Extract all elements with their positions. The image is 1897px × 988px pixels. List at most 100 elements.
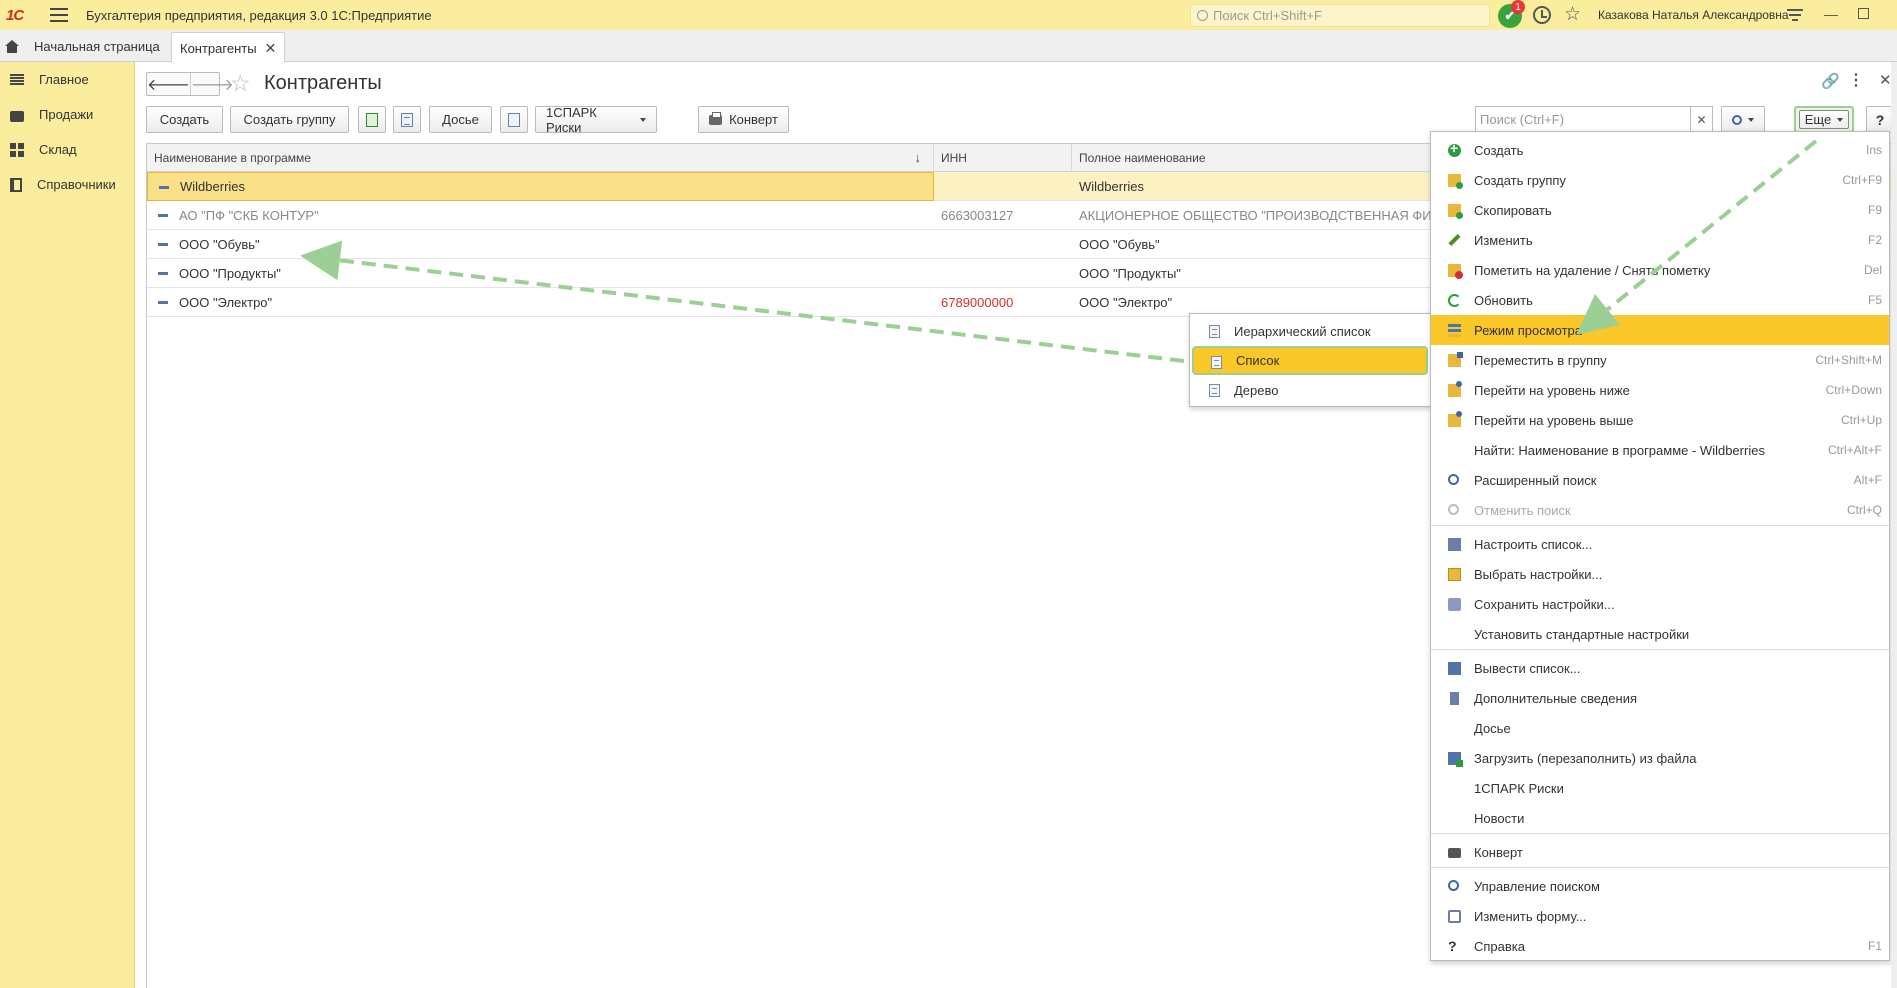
- menu-item-dossier[interactable]: Досье: [1431, 713, 1889, 743]
- sidebar-item-main[interactable]: Главное: [0, 62, 134, 97]
- search-icon: [1197, 10, 1208, 21]
- load-from-file-button[interactable]: [500, 106, 528, 133]
- forward-arrow-icon[interactable]: 🡒: [189, 73, 234, 95]
- dossier-button[interactable]: Досье: [429, 106, 492, 133]
- sidebar-item-sales[interactable]: Продажи: [0, 97, 134, 132]
- menu-item-spark[interactable]: 1СПАРК Риски: [1431, 773, 1889, 803]
- menu-item-label: Управление поиском: [1474, 878, 1600, 894]
- search-options-button[interactable]: [1721, 106, 1765, 133]
- cell-name: Wildberries: [147, 172, 934, 201]
- menu-item-find[interactable]: Найти: Наименование в программе - Wildbe…: [1431, 435, 1889, 465]
- menu-separator: [1431, 525, 1889, 526]
- menu-item-shortcut: Ins: [1865, 143, 1882, 157]
- menu-item-view-mode[interactable]: Режим просмотра: [1431, 315, 1889, 345]
- menu-item-output-list[interactable]: Вывести список...: [1431, 653, 1889, 683]
- chevron-down-icon: [1837, 117, 1844, 122]
- menu-item-label: Дополнительные сведения: [1474, 690, 1638, 706]
- bag-icon: [10, 110, 24, 122]
- menu-item-label: Выбрать настройки...: [1474, 566, 1603, 582]
- menu-item-shortcut: F2: [1867, 233, 1882, 247]
- output-list-icon: [1448, 662, 1461, 675]
- view-mode-tree[interactable]: Дерево: [1192, 376, 1428, 405]
- menu-item-extra-info[interactable]: Дополнительные сведения: [1431, 683, 1889, 713]
- minimize-button[interactable]: —: [1824, 6, 1838, 22]
- menu-item-select-settings[interactable]: Выбрать настройки...: [1431, 559, 1889, 589]
- menu-item-level-up[interactable]: Перейти на уровень выше Ctrl+Up: [1431, 405, 1889, 435]
- create-group-button[interactable]: Создать группу: [230, 106, 349, 133]
- envelope-button[interactable]: Конверт: [698, 106, 789, 133]
- sidebar-item-references[interactable]: Справочники: [0, 167, 134, 202]
- menu-item-create-group[interactable]: Создать группу Ctrl+F9: [1431, 165, 1889, 195]
- menu-item-mark-delete[interactable]: Пометить на удаление / Снять пометку Del: [1431, 255, 1889, 285]
- close-form-icon[interactable]: ✕: [1879, 71, 1892, 89]
- submenu-item-label: Список: [1236, 353, 1280, 368]
- cell-name-text: Wildberries: [180, 179, 246, 194]
- menu-item-configure-list[interactable]: Настроить список...: [1431, 529, 1889, 559]
- menu-item-label: 1СПАРК Риски: [1474, 780, 1564, 796]
- add-to-favorites-star-icon[interactable]: ☆: [230, 70, 251, 97]
- restore-window-button[interactable]: [1858, 8, 1869, 19]
- menu-item-cancel-search[interactable]: Отменить поиск Ctrl+Q: [1431, 495, 1889, 525]
- close-tab-icon[interactable]: ✕: [265, 40, 277, 57]
- settings-menu-icon[interactable]: [1787, 9, 1803, 21]
- menu-item-news[interactable]: Новости: [1431, 803, 1889, 833]
- menu-item-edit[interactable]: Изменить F2: [1431, 225, 1889, 255]
- menu-item-copy[interactable]: Скопировать F9: [1431, 195, 1889, 225]
- view-mode-hierarchical-list[interactable]: Иерархический список: [1192, 317, 1428, 346]
- tab-counterparties[interactable]: Контрагенты ✕: [171, 32, 286, 63]
- more-button[interactable]: Еще: [1794, 106, 1854, 133]
- menu-item-label: Загрузить (перезаполнить) из файла: [1474, 750, 1697, 766]
- menu-item-label: Перейти на уровень выше: [1474, 412, 1634, 428]
- menu-item-shortcut: Ctrl+F9: [1842, 173, 1882, 187]
- more-actions-icon[interactable]: ⋮: [1848, 70, 1864, 90]
- sidebar-item-label: Справочники: [37, 177, 116, 192]
- menu-item-load-file[interactable]: Загрузить (перезаполнить) из файла: [1431, 743, 1889, 773]
- favorites-star-icon[interactable]: ☆: [1564, 3, 1581, 26]
- view-mode-list[interactable]: Список: [1192, 346, 1428, 375]
- list-settings-icon: [1448, 538, 1461, 551]
- column-header-inn[interactable]: ИНН: [934, 144, 1072, 172]
- hamburger-menu-icon[interactable]: [50, 8, 68, 22]
- tab-counterparties-label: Контрагенты: [180, 40, 257, 56]
- cell-name: ООО "Обувь": [147, 230, 934, 259]
- menu-item-save-settings[interactable]: Сохранить настройки...: [1431, 589, 1889, 619]
- global-search-input[interactable]: Поиск Ctrl+Shift+F: [1190, 4, 1490, 27]
- submenu-item-label: Иерархический список: [1234, 324, 1371, 339]
- create-group-icon: [1448, 174, 1463, 189]
- menu-item-edit-form[interactable]: Изменить форму...: [1431, 901, 1889, 931]
- search-icon: [1448, 880, 1459, 891]
- extra-info-button[interactable]: [393, 106, 421, 133]
- chevron-down-icon: [1748, 117, 1754, 122]
- sidebar-item-warehouse[interactable]: Склад: [0, 132, 134, 167]
- help-button[interactable]: ?: [1866, 106, 1894, 133]
- cell-name: АО "ПФ "СКБ КОНТУР": [147, 201, 934, 230]
- menu-item-level-down[interactable]: Перейти на уровень ниже Ctrl+Down: [1431, 375, 1889, 405]
- list-search-input[interactable]: Поиск (Ctrl+F): [1475, 106, 1691, 133]
- menu-item-refresh[interactable]: Обновить F5: [1431, 285, 1889, 315]
- menu-item-create[interactable]: Создать Ins: [1431, 135, 1889, 165]
- user-name[interactable]: Казакова Наталья Александровна: [1598, 8, 1789, 22]
- spark-risks-dropdown[interactable]: 1СПАРК Риски: [535, 105, 657, 135]
- menu-item-help[interactable]: ? Справка F1: [1431, 931, 1889, 961]
- menu-item-shortcut: Ctrl+Shift+M: [1815, 353, 1882, 367]
- menu-item-label: Создать: [1474, 142, 1524, 158]
- clear-search-icon[interactable]: ✕: [1691, 106, 1713, 133]
- menu-item-advanced-search[interactable]: Расширенный поиск Alt+F: [1431, 465, 1889, 495]
- chevron-down-icon: [640, 117, 646, 122]
- menu-item-label: Переместить в группу: [1474, 352, 1607, 368]
- create-button[interactable]: Создать: [146, 106, 223, 133]
- back-arrow-icon[interactable]: 🡐: [147, 73, 190, 95]
- menu-item-move-to-group[interactable]: Переместить в группу Ctrl+Shift+M: [1431, 345, 1889, 375]
- history-icon[interactable]: [1533, 6, 1551, 24]
- menu-item-envelope[interactable]: Конверт: [1431, 837, 1889, 867]
- menu-item-search-management[interactable]: Управление поиском: [1431, 871, 1889, 901]
- tab-home[interactable]: Начальная страница: [0, 30, 174, 62]
- menu-item-default-settings[interactable]: Установить стандартные настройки: [1431, 619, 1889, 649]
- column-header-name[interactable]: Наименование в программе ↓: [147, 144, 934, 172]
- vertical-scrollbar[interactable]: [1891, 62, 1897, 988]
- link-icon[interactable]: 🔗: [1821, 72, 1840, 90]
- more-button-inner[interactable]: Еще: [1798, 110, 1850, 129]
- refresh-icon: [1448, 294, 1461, 307]
- copy-button[interactable]: [358, 106, 386, 133]
- menu-item-shortcut: F5: [1867, 293, 1882, 307]
